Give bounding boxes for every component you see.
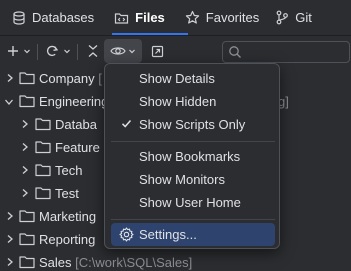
folder-icon <box>19 210 35 223</box>
chevron-down-icon <box>24 49 30 54</box>
plus-icon <box>8 46 18 56</box>
search-input[interactable] <box>222 41 350 63</box>
toolbar-separator <box>37 44 38 60</box>
menu-item-label: Show Monitors <box>139 172 225 187</box>
chevron-down-icon[interactable] <box>4 97 14 107</box>
chevron-right-icon[interactable] <box>5 234 15 244</box>
tree-node-path: [C:\work\SQL\Sales] <box>75 255 193 270</box>
folder-icon <box>35 164 51 177</box>
menu-item-label: Show Hidden <box>139 94 217 109</box>
tab-bar: Databases Files Favorites Git <box>0 0 351 35</box>
collapse-all-button[interactable] <box>84 40 102 62</box>
menu-item-show-bookmarks[interactable]: Show Bookmarks <box>111 145 275 168</box>
chevron-right-icon[interactable] <box>5 211 15 221</box>
chevron-right-icon[interactable] <box>20 142 30 152</box>
refresh-icon <box>46 45 59 57</box>
chevron-right-icon[interactable] <box>20 165 30 175</box>
chevron-right-icon[interactable] <box>20 188 30 198</box>
folder-icon <box>35 118 51 131</box>
eye-icon <box>110 47 126 55</box>
refresh-button[interactable] <box>43 40 73 62</box>
menu-item-label: Settings... <box>139 227 197 242</box>
menu-item-show-hidden[interactable]: Show Hidden <box>111 90 275 113</box>
add-button[interactable] <box>4 40 34 62</box>
tab-label: Databases <box>32 10 95 25</box>
menu-item-show-scripts-only[interactable]: Show Scripts Only <box>111 113 275 136</box>
menu-item-label: Show User Home <box>139 195 241 210</box>
collapse-all-icon <box>88 45 98 57</box>
tab-databases[interactable]: Databases <box>0 0 104 35</box>
folder-icon <box>19 95 35 108</box>
menu-item-show-details[interactable]: Show Details <box>111 67 275 90</box>
chevron-right-icon[interactable] <box>5 257 15 267</box>
folder-code-icon <box>115 12 129 24</box>
chevron-down-icon <box>64 49 70 54</box>
menu-item-settings[interactable]: Settings... <box>111 223 275 246</box>
gear-icon <box>119 227 134 242</box>
tab-git[interactable]: Git <box>269 0 322 35</box>
menu-separator <box>111 141 275 142</box>
checkmark-icon <box>121 120 132 128</box>
folder-icon <box>19 233 35 246</box>
menu-item-show-monitors[interactable]: Show Monitors <box>111 168 275 191</box>
chevron-right-icon[interactable] <box>20 119 30 129</box>
view-options-button[interactable] <box>104 39 142 63</box>
menu-item-label: Show Bookmarks <box>139 149 241 164</box>
tree-node-label: Feature <box>55 140 100 155</box>
folder-icon <box>35 141 51 154</box>
search-icon <box>229 46 241 58</box>
folder-icon <box>19 256 35 269</box>
tab-label: Files <box>135 10 165 25</box>
menu-item-label: Show Details <box>139 71 215 86</box>
tree-node-label: Engineering <box>39 94 109 109</box>
tree-node-path: [ <box>98 71 102 86</box>
tree-node-label: Sales <box>39 255 72 270</box>
tree-node-label: Databa <box>55 117 97 132</box>
toolbar-separator <box>77 44 78 60</box>
folder-icon <box>35 187 51 200</box>
tree-node-label: Tech <box>55 163 83 178</box>
tree-node-label: Reporting <box>39 232 96 247</box>
star-icon <box>185 10 199 24</box>
tab-favorites[interactable]: Favorites <box>175 0 269 35</box>
database-icon <box>13 10 25 25</box>
git-branch-icon <box>276 10 289 25</box>
tree-node-sales[interactable]: Sales [C:\work\SQL\Sales] <box>0 251 351 271</box>
toolbar <box>0 36 351 66</box>
tree-node-label: Marketing <box>39 209 97 224</box>
menu-item-show-user-home[interactable]: Show User Home <box>111 191 275 214</box>
chevron-down-icon <box>129 49 135 54</box>
tree-node-label: Company <box>39 71 95 86</box>
open-in-button[interactable] <box>148 40 166 62</box>
tab-label: Favorites <box>205 10 260 25</box>
view-options-menu: Show Details Show Hidden Show Scripts On… <box>104 63 280 249</box>
tree-node-label: Test <box>55 186 79 201</box>
folder-icon <box>19 72 35 85</box>
open-in-icon <box>151 45 163 57</box>
menu-separator <box>111 219 275 220</box>
tab-files[interactable]: Files <box>104 0 175 35</box>
tab-label: Git <box>295 10 312 25</box>
chevron-right-icon[interactable] <box>5 73 15 83</box>
menu-item-label: Show Scripts Only <box>139 117 246 132</box>
